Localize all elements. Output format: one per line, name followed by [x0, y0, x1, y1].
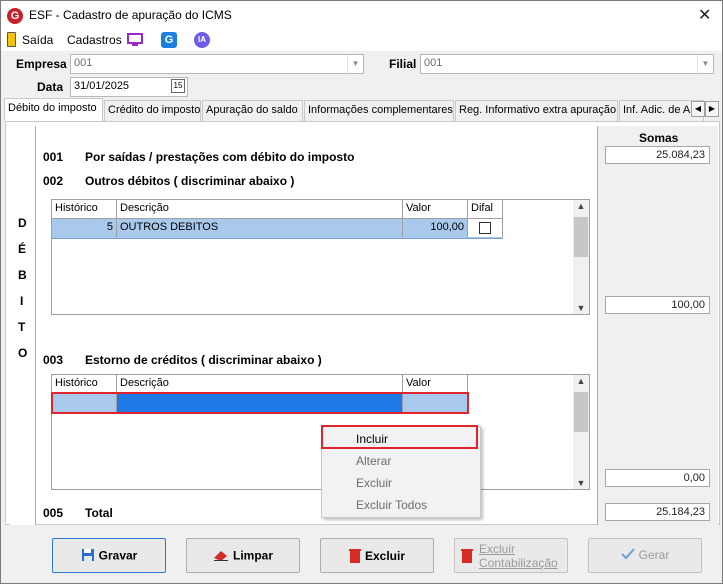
excluir-cont-label-1: Excluir: [479, 542, 516, 556]
excluir-label: Excluir: [364, 549, 406, 564]
line-005-text: Total: [85, 506, 113, 520]
filial-label: Filial: [389, 57, 417, 71]
chevron-down-icon[interactable]: ▼: [697, 55, 713, 73]
selected-row-highlight: [51, 392, 469, 414]
chevron-up-icon[interactable]: ▲: [573, 201, 589, 211]
line-001-text: Por saídas / prestações com débito do im…: [85, 150, 355, 164]
gravar-button[interactable]: Gravar: [52, 538, 166, 573]
check-icon: [620, 548, 635, 563]
chevron-down-icon[interactable]: ▼: [347, 55, 363, 73]
chevron-down-icon[interactable]: ▼: [573, 303, 589, 313]
chevron-down-icon[interactable]: ▼: [573, 478, 589, 488]
line-005-code: 005: [43, 506, 64, 520]
limpar-button[interactable]: Limpar: [186, 538, 300, 573]
ia-icon[interactable]: IA: [194, 32, 210, 48]
soma-002: 100,00: [605, 296, 710, 314]
side-letter: D: [18, 216, 27, 230]
chevron-up-icon[interactable]: ▲: [573, 376, 589, 386]
scroll-thumb[interactable]: [574, 392, 588, 432]
trash-icon: [461, 548, 473, 566]
col-descricao[interactable]: Descrição: [117, 200, 403, 219]
window-title: ESF - Cadastro de apuração do ICMS: [29, 8, 232, 22]
menu-bar: Saída Cadastros G IA: [1, 31, 722, 51]
tab-reg-informativo[interactable]: Reg. Informativo extra apuração: [455, 100, 618, 121]
cell-difal: [468, 219, 503, 237]
outros-debitos-grid[interactable]: Histórico Descrição Valor Difal 5 OUTROS…: [51, 199, 590, 315]
side-letter: T: [18, 320, 26, 334]
empresa-combo[interactable]: 001 ▼: [70, 54, 364, 74]
col-valor[interactable]: Valor: [403, 200, 468, 219]
tab-scroll-left-icon[interactable]: ◀: [691, 101, 705, 117]
filial-value: 001: [424, 57, 443, 69]
calendar-icon[interactable]: 15: [171, 79, 185, 93]
line-002-code: 002: [43, 174, 64, 188]
data-value: 31/01/2025: [74, 80, 130, 92]
soma-001: 25.084,23: [605, 146, 710, 164]
side-letter: O: [18, 346, 28, 360]
soma-003: 0,00: [605, 469, 710, 487]
table-row[interactable]: 5 OUTROS DEBITOS 100,00: [52, 219, 503, 239]
empresa-value: 001: [74, 57, 93, 69]
cell-valor: 100,00: [403, 219, 468, 237]
data-label: Data: [37, 80, 64, 94]
title-bar: G ESF - Cadastro de apuração do ICMS ✕: [1, 1, 722, 31]
side-letter: I: [20, 294, 24, 308]
gerar-button[interactable]: Gerar: [588, 538, 702, 573]
cell-descricao: OUTROS DEBITOS: [117, 219, 403, 237]
line-003-text: Estorno de créditos ( discriminar abaixo…: [85, 353, 322, 367]
scroll-thumb[interactable]: [574, 217, 588, 257]
gerar-label: Gerar: [638, 548, 670, 562]
difal-checkbox[interactable]: [479, 222, 491, 234]
eraser-icon: [213, 548, 229, 565]
save-icon: [81, 548, 95, 565]
side-letter: B: [18, 268, 27, 282]
close-icon[interactable]: ✕: [698, 5, 711, 25]
tab-scroll-right-icon[interactable]: ▶: [705, 101, 719, 117]
menu-cadastros[interactable]: Cadastros: [67, 33, 122, 47]
excluir-contabilizacao-button[interactable]: Excluir Contabilização: [454, 538, 568, 573]
side-letter: É: [18, 242, 27, 256]
data-field[interactable]: 31/01/2025 15: [70, 77, 188, 97]
incluir-highlight: [321, 425, 478, 449]
limpar-label: Limpar: [232, 548, 273, 563]
excluir-button[interactable]: Excluir: [320, 538, 434, 573]
tab-informacoes-complementares[interactable]: Informações complementares: [304, 100, 454, 121]
grid1-scrollbar[interactable]: ▲ ▼: [573, 200, 589, 314]
menu-alterar[interactable]: Alterar: [356, 454, 391, 468]
grid2-scrollbar[interactable]: ▲ ▼: [573, 375, 589, 489]
gravar-label: Gravar: [98, 548, 138, 563]
tab-debito[interactable]: Débito do imposto: [4, 98, 103, 121]
col-difal[interactable]: Difal: [468, 200, 503, 219]
app-logo-icon: G: [7, 8, 23, 24]
tab-credito[interactable]: Crédito do imposto: [104, 100, 201, 121]
col-historico[interactable]: Histórico: [52, 200, 117, 219]
g-app-icon[interactable]: G: [161, 32, 177, 48]
somas-column: [597, 126, 718, 525]
menu-excluir[interactable]: Excluir: [356, 476, 392, 490]
main-window: G ESF - Cadastro de apuração do ICMS ✕ S…: [0, 0, 723, 584]
line-002-text: Outros débitos ( discriminar abaixo ): [85, 174, 295, 188]
excluir-cont-label-2: Contabilização: [479, 556, 558, 570]
line-003-code: 003: [43, 353, 64, 367]
exit-door-icon[interactable]: [7, 32, 16, 47]
soma-005: 25.184,23: [605, 503, 710, 521]
menu-excluir-todos[interactable]: Excluir Todos: [356, 498, 427, 512]
filial-combo[interactable]: 001 ▼: [420, 54, 714, 74]
cell-historico: 5: [52, 219, 117, 237]
trash-icon: [348, 548, 361, 566]
empresa-label: Empresa: [16, 57, 67, 71]
tab-strip: Débito do imposto Crédito do imposto Apu…: [4, 98, 721, 121]
line-001-code: 001: [43, 150, 64, 164]
menu-saida[interactable]: Saída: [22, 33, 53, 47]
monitor-icon[interactable]: [127, 32, 143, 48]
tab-apuracao-saldo[interactable]: Apuração do saldo: [202, 100, 303, 121]
somas-title: Somas: [639, 131, 679, 145]
